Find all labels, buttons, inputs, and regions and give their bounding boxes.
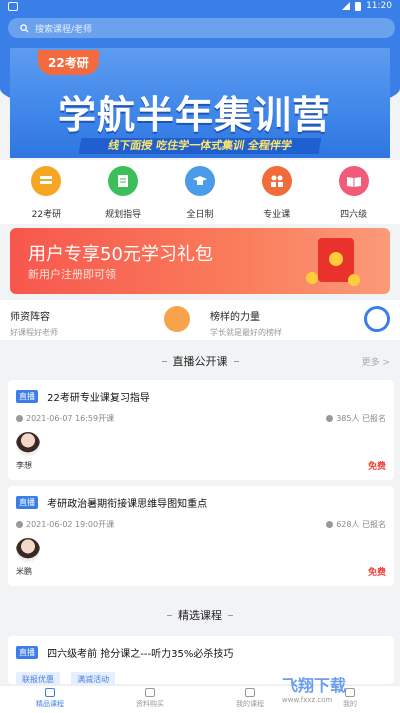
watermark-brand: 飞翔下载	[282, 676, 347, 695]
quick-nav-label: 规划指导	[105, 210, 142, 220]
banner-subtitle: 线下面授 吃住学一体式集训 全程伴学	[78, 138, 322, 154]
live-course-card[interactable]: 直播 22考研专业课复习指导 2021-06-07 16:59开课 385人 已…	[8, 380, 394, 480]
banner-title: 学航半年集训营	[58, 93, 332, 137]
clock-icon	[16, 415, 23, 422]
featured-section-header: 精选课程	[0, 600, 400, 630]
course-time: 2021-06-07 16:59开课	[26, 414, 115, 423]
promo-banner[interactable]: 22考研 学航半年集训营 线下面授 吃住学一体式集训 全程伴学	[10, 48, 390, 158]
quick-nav: 22考研 规划指导 全日制 专业课 四六级	[0, 160, 400, 224]
battery-icon	[355, 1, 362, 11]
live-badge: 直播	[16, 496, 38, 509]
quick-nav-label: 22考研	[31, 210, 62, 220]
document-icon	[145, 688, 155, 697]
status-bar: 11:20	[0, 0, 400, 12]
document-icon	[108, 166, 139, 196]
quick-nav-label: 全日制	[186, 210, 214, 220]
watermark-logo: 飞翔下载 www.fxxz.com	[282, 672, 392, 704]
price-label: 免费	[367, 568, 386, 578]
notification-icon	[8, 1, 18, 11]
role-models-entry[interactable]: 榜样的力量 学长就是最好的榜样	[200, 300, 400, 340]
teacher-icon	[164, 306, 190, 332]
course-time: 2021-06-02 19:00开课	[26, 520, 115, 529]
teacher-name: 米鹏	[16, 567, 32, 576]
tab-featured-courses[interactable]: 精品课程	[0, 686, 100, 713]
signal-icon	[342, 2, 351, 10]
clock: 11:20	[366, 1, 392, 11]
open-book-icon	[338, 166, 369, 196]
teacher-avatar	[16, 432, 40, 456]
search-placeholder: 搜索课程/老师	[35, 24, 93, 35]
gift-pack-subtitle: 新用户注册即可领	[28, 268, 116, 281]
tab-materials[interactable]: 资料购买	[100, 686, 200, 713]
live-badge: 直播	[16, 390, 38, 403]
graduation-cap-icon	[184, 166, 215, 196]
quick-nav-planning[interactable]: 规划指导	[88, 160, 158, 224]
live-badge: 直播	[16, 646, 38, 659]
gift-pack-banner[interactable]: 用户专享50元学习礼包 新用户注册即可领	[10, 228, 390, 294]
tab-label: 我的课程	[236, 700, 264, 708]
quick-nav-fulltime[interactable]: 全日制	[165, 160, 235, 224]
quick-nav-22kaoyan[interactable]: 22考研	[11, 160, 81, 224]
live-course-card[interactable]: 直播 考研政治暑期衔接课思维导图知重点 2021-06-02 19:00开课 6…	[8, 486, 394, 586]
user-icon	[326, 521, 334, 528]
quick-nav-cet[interactable]: 四六级	[319, 160, 389, 224]
teachers-title: 师资阵容	[10, 312, 50, 323]
feature-row: 师资阵容 好课程好老师 榜样的力量 学长就是最好的榜样	[0, 300, 400, 340]
role-models-title: 榜样的力量	[210, 312, 260, 323]
teachers-subtitle: 好课程好老师	[10, 328, 58, 337]
book-icon	[31, 166, 62, 196]
books-icon	[245, 688, 255, 697]
coin-icon	[306, 272, 318, 284]
search-input[interactable]: 搜索课程/老师	[8, 18, 395, 38]
gift-pack-title: 用户专享50元学习礼包	[28, 244, 213, 265]
course-title: 四六级考前 抢分课之---听力35%必杀技巧	[47, 649, 234, 660]
quick-nav-label: 四六级	[340, 210, 368, 220]
quick-nav-label: 专业课	[263, 210, 291, 220]
signup-count: 385人 已报名	[336, 414, 386, 423]
person-icon	[364, 306, 390, 332]
live-more-link[interactable]: 更多 >	[362, 355, 390, 368]
search-icon	[20, 23, 29, 33]
tab-label: 资料购买	[136, 700, 164, 708]
featured-section-title: 精选课程	[178, 609, 222, 622]
role-models-subtitle: 学长就是最好的榜样	[210, 328, 282, 337]
banner-tag: 22考研	[38, 50, 99, 75]
user-icon	[326, 415, 334, 422]
coin-icon	[348, 274, 360, 286]
teachers-entry[interactable]: 师资阵容 好课程好老师	[0, 300, 200, 340]
clock-icon	[16, 521, 23, 528]
people-icon	[261, 166, 292, 196]
signup-count: 628人 已报名	[336, 520, 386, 529]
quick-nav-major[interactable]: 专业课	[242, 160, 312, 224]
teacher-avatar	[16, 538, 40, 562]
grid-icon	[45, 688, 55, 697]
course-title: 考研政治暑期衔接课思维导图知重点	[47, 499, 208, 510]
live-section-header: 直播公开课 更多 >	[0, 346, 400, 376]
price-label: 免费	[367, 462, 386, 472]
watermark-url: www.fxxz.com	[282, 696, 333, 704]
live-section-title: 直播公开课	[172, 355, 228, 368]
teacher-name: 李想	[16, 461, 32, 470]
tab-label: 精品课程	[36, 700, 64, 708]
course-title: 22考研专业课复习指导	[47, 393, 150, 404]
